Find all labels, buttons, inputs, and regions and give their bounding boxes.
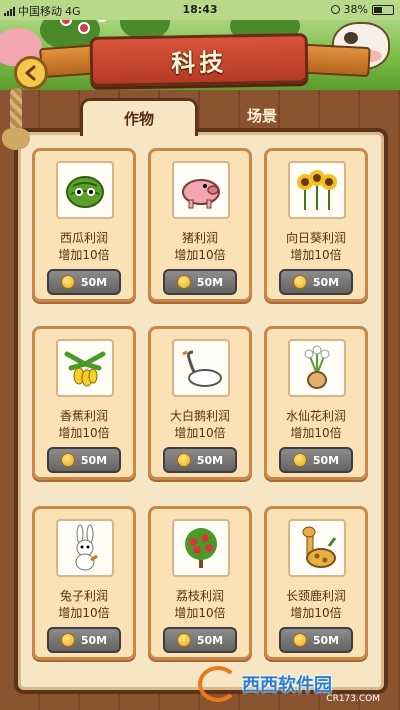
coin-icon <box>60 633 75 647</box>
upgrade-card-giraffe: 长颈鹿利润 增加10倍 50M <box>264 506 368 660</box>
tab-scenes-label: 场景 <box>246 106 277 125</box>
tab-crops[interactable]: 作物 <box>80 98 198 136</box>
upgrade-name: 香蕉利润 <box>59 409 108 423</box>
coin-icon <box>60 453 75 467</box>
upgrade-bonus: 增加10倍 <box>174 426 226 440</box>
upgrade-card-banana: 香蕉利润 增加10倍 50M <box>32 326 136 480</box>
upgrade-bonus: 增加10倍 <box>290 248 342 262</box>
buy-upgrade-button[interactable]: 50M <box>279 627 353 653</box>
upgrade-bonus: 增加10倍 <box>174 606 226 620</box>
pig-icon <box>172 161 230 219</box>
upgrade-name: 猪利润 <box>181 231 218 245</box>
upgrade-price: 50M <box>80 633 108 647</box>
buy-upgrade-button[interactable]: 50M <box>279 447 353 473</box>
upgrade-card-pig: 猪利润 增加10倍 50M <box>148 148 252 302</box>
upgrade-price: 50M <box>80 453 108 467</box>
chevron-left-icon <box>25 65 36 81</box>
coin-icon <box>176 275 191 289</box>
upgrade-price: 50M <box>196 633 224 647</box>
buy-upgrade-button[interactable]: 50M <box>163 447 237 473</box>
buy-upgrade-button[interactable]: 50M <box>163 269 237 295</box>
upgrade-name: 兔子利润 <box>59 589 108 603</box>
upgrade-price: 50M <box>196 275 224 289</box>
sunflower-icon <box>288 161 346 219</box>
upgrade-card-lychee: 荔枝利润 增加10倍 50M <box>148 506 252 660</box>
buy-upgrade-button[interactable]: 50M <box>47 447 121 473</box>
upgrade-name: 长颈鹿利润 <box>285 589 346 603</box>
status-bar: 中国移动 4G 18:43 38% <box>0 0 400 20</box>
watermark-sub: CR173.COM <box>326 694 380 704</box>
upgrade-name: 向日葵利润 <box>285 231 346 245</box>
watermark-logo-icon <box>198 666 238 702</box>
page-title-board: 科技 <box>89 33 309 87</box>
battery-percent: 38% <box>343 3 368 16</box>
upgrade-name: 水仙花利润 <box>285 409 346 423</box>
upgrade-bonus: 增加10倍 <box>290 426 342 440</box>
buy-upgrade-button[interactable]: 50M <box>163 627 237 653</box>
upgrade-bonus: 增加10倍 <box>58 606 110 620</box>
coin-icon <box>292 453 307 467</box>
coin-icon <box>292 275 307 289</box>
upgrade-card-watermelon: 西瓜利润 增加10倍 50M <box>32 148 136 302</box>
swan-icon <box>172 339 230 397</box>
site-watermark: 西西软件园 CR173.COM <box>198 664 388 704</box>
upgrade-name: 大白鹅利润 <box>169 409 230 423</box>
coin-icon <box>176 453 191 467</box>
upgrade-bonus: 增加10倍 <box>290 606 342 620</box>
page-title: 科技 <box>170 48 228 77</box>
coin-icon <box>60 275 75 289</box>
battery-icon <box>372 4 394 15</box>
buy-upgrade-button[interactable]: 50M <box>47 269 121 295</box>
upgrade-card-sunflower: 向日葵利润 增加10倍 50M <box>264 148 368 302</box>
buy-upgrade-button[interactable]: 50M <box>47 627 121 653</box>
upgrade-price: 50M <box>80 275 108 289</box>
upgrade-name: 西瓜利润 <box>59 231 108 245</box>
watermelon-icon <box>56 161 114 219</box>
coin-icon <box>292 633 307 647</box>
upgrade-price: 50M <box>312 275 340 289</box>
upgrade-bonus: 增加10倍 <box>58 426 110 440</box>
upgrade-card-swan: 大白鹅利润 增加10倍 50M <box>148 326 252 480</box>
upgrade-bonus: 增加10倍 <box>174 248 226 262</box>
watermark-text: 西西软件园 <box>242 675 332 696</box>
giraffe-icon <box>288 519 346 577</box>
back-button[interactable] <box>14 56 48 90</box>
upgrade-name: 荔枝利润 <box>175 589 224 603</box>
upgrade-bonus: 增加10倍 <box>58 248 110 262</box>
tab-crops-label: 作物 <box>123 110 154 128</box>
upgrade-price: 50M <box>196 453 224 467</box>
tab-scenes[interactable]: 场景 <box>212 98 312 132</box>
rabbit-icon <box>56 519 114 577</box>
narcissus-icon <box>288 339 346 397</box>
rotation-lock-icon <box>330 5 340 14</box>
buy-upgrade-button[interactable]: 50M <box>279 269 353 295</box>
lychee-icon <box>172 519 230 577</box>
upgrade-price: 50M <box>312 633 340 647</box>
rope-tassel <box>2 128 30 150</box>
coin-icon <box>176 633 191 647</box>
upgrade-price: 50M <box>312 453 340 467</box>
upgrade-card-rabbit: 兔子利润 增加10倍 50M <box>32 506 136 660</box>
upgrade-card-narcissus: 水仙花利润 增加10倍 50M <box>264 326 368 480</box>
banana-icon <box>56 339 114 397</box>
